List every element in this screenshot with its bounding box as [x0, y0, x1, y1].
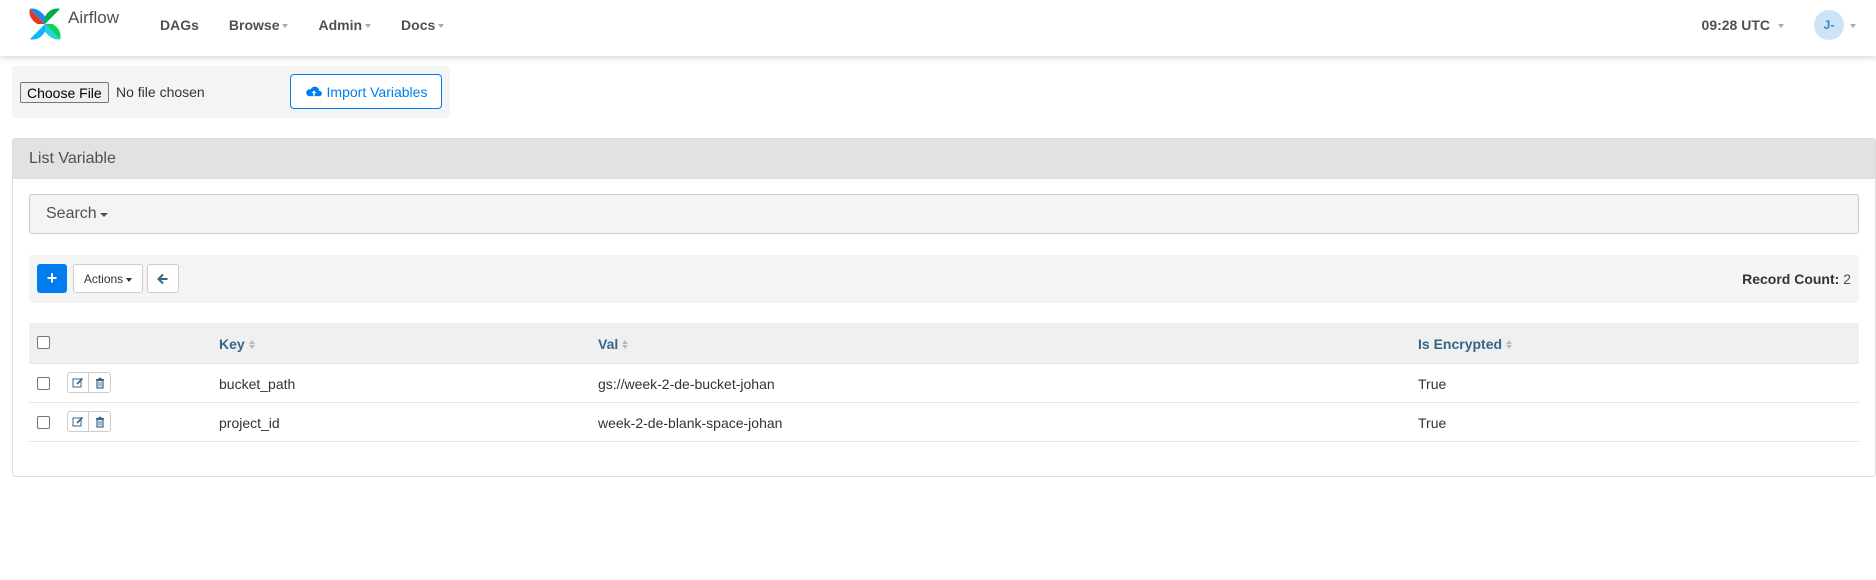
- column-header-key[interactable]: Key: [219, 336, 255, 352]
- actions-dropdown[interactable]: Actions: [73, 264, 143, 293]
- user-menu[interactable]: J-: [1814, 10, 1856, 40]
- record-count-value: 2: [1843, 271, 1851, 287]
- cell-key: bucket_path: [219, 376, 296, 392]
- no-file-text: No file chosen: [116, 84, 205, 100]
- row-checkbox[interactable]: [37, 416, 50, 429]
- caret-down-icon: [126, 277, 133, 282]
- record-count-label: Record Count:: [1742, 271, 1840, 287]
- table-row: project_id week-2-de-blank-space-johan T…: [29, 402, 1859, 441]
- menu-docs[interactable]: Docs: [401, 17, 445, 33]
- menu-dags-label: DAGs: [160, 17, 199, 33]
- row-actions: [67, 411, 111, 432]
- edit-icon: [72, 377, 84, 387]
- import-variables-button[interactable]: Import Variables: [290, 74, 442, 109]
- column-is-encrypted-label: Is Encrypted: [1418, 336, 1503, 352]
- row-checkbox[interactable]: [37, 377, 50, 390]
- caret-down-icon: [282, 24, 289, 28]
- clock-text: 09:28 UTC: [1701, 17, 1770, 33]
- import-variables-form: Choose File No file chosen Import Variab…: [12, 66, 450, 118]
- table-header: Key Val Is Encrypted: [29, 323, 1859, 363]
- column-key-label: Key: [219, 336, 245, 352]
- select-all-checkbox[interactable]: [37, 336, 50, 349]
- caret-down-icon: [438, 24, 445, 28]
- row-actions: [67, 372, 111, 393]
- sort-icon: [248, 339, 255, 349]
- sort-icon: [622, 339, 629, 349]
- menu-admin-label: Admin: [318, 17, 363, 33]
- actions-label: Actions: [83, 271, 124, 286]
- cell-val: gs://week-2-de-bucket-johan: [598, 376, 775, 392]
- panel-heading: List Variable: [13, 139, 1875, 179]
- menu-browse[interactable]: Browse: [229, 17, 289, 33]
- caret-down-icon: [1778, 24, 1784, 28]
- search-label: Search: [46, 205, 97, 222]
- add-variable-button[interactable]: +: [37, 264, 67, 293]
- cell-is-encrypted: True: [1418, 415, 1447, 431]
- back-button[interactable]: [147, 264, 179, 293]
- column-val-label: Val: [598, 336, 619, 352]
- edit-button[interactable]: [67, 372, 89, 393]
- avatar: J-: [1814, 10, 1844, 40]
- brand-link[interactable]: Airflow: [26, 5, 119, 43]
- arrow-left-icon: [157, 273, 168, 284]
- menu-dags[interactable]: DAGs: [160, 17, 199, 33]
- menu-browse-label: Browse: [228, 17, 280, 33]
- variables-table: Key Val Is Encrypted bucket_path gs://we…: [29, 323, 1859, 442]
- navbar-right: 09:28 UTC J-: [1702, 0, 1876, 50]
- menu-docs-label: Docs: [401, 17, 436, 33]
- edit-button[interactable]: [67, 411, 89, 432]
- table-row: bucket_path gs://week-2-de-bucket-johan …: [29, 363, 1859, 402]
- search-dropdown[interactable]: Search: [29, 194, 1859, 234]
- brand-name: Airflow: [68, 8, 120, 27]
- cell-val: week-2-de-blank-space-johan: [598, 415, 783, 431]
- timezone-clock[interactable]: 09:28 UTC: [1702, 17, 1784, 33]
- airflow-logo-icon: [29, 8, 61, 40]
- plus-icon: +: [46, 268, 58, 288]
- choose-file-button[interactable]: Choose File: [20, 82, 109, 103]
- edit-icon: [72, 416, 84, 426]
- list-toolbar: + Actions Record Count: 2: [29, 255, 1859, 303]
- column-header-val[interactable]: Val: [598, 336, 629, 352]
- caret-down-icon: [99, 213, 108, 217]
- trash-icon: [95, 377, 104, 389]
- cell-key: project_id: [219, 415, 280, 431]
- caret-down-icon: [365, 24, 372, 28]
- main-menu: DAGs Browse Admin Docs: [160, 0, 474, 50]
- cloud-upload-icon: [305, 86, 322, 96]
- trash-icon: [95, 416, 104, 428]
- import-variables-label: Import Variables: [326, 83, 428, 100]
- cell-is-encrypted: True: [1418, 376, 1447, 392]
- caret-down-icon: [1850, 24, 1856, 28]
- record-count: Record Count: 2: [1742, 271, 1851, 287]
- delete-button[interactable]: [89, 411, 111, 432]
- delete-button[interactable]: [89, 372, 111, 393]
- menu-admin[interactable]: Admin: [318, 17, 372, 33]
- navbar: Airflow DAGs Browse Admin Docs 09:28 UTC…: [0, 0, 1876, 56]
- column-header-is-encrypted[interactable]: Is Encrypted: [1418, 336, 1513, 352]
- sort-icon: [1506, 339, 1513, 349]
- list-variable-panel: List Variable Search + Actions Record Co…: [12, 138, 1876, 477]
